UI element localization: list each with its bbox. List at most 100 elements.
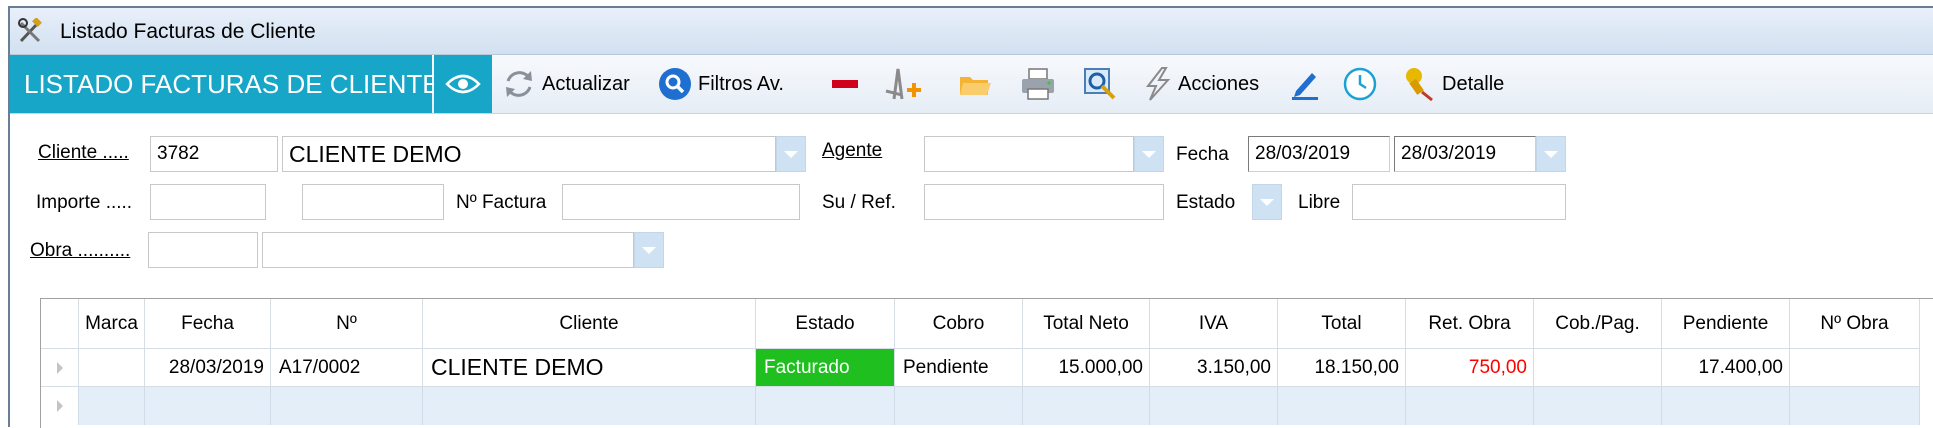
filters-label: Filtros Av.: [698, 72, 784, 95]
suref-field[interactable]: [924, 184, 1164, 220]
cliente-name-field[interactable]: CLIENTE DEMO: [282, 136, 776, 172]
importe-label: Importe .....: [36, 192, 133, 213]
column-header[interactable]: Pendiente: [1662, 299, 1790, 349]
new-row[interactable]: [41, 387, 1933, 425]
cell-fecha[interactable]: 28/03/2019: [145, 349, 271, 387]
empty-cell[interactable]: [895, 387, 1023, 425]
cell-cob-pag[interactable]: [1534, 349, 1662, 387]
cell-total[interactable]: 18.150,00: [1278, 349, 1406, 387]
column-header[interactable]: Marca: [79, 299, 145, 349]
refresh-icon: [506, 71, 532, 97]
libre-field[interactable]: [1352, 184, 1566, 220]
obra-name-field[interactable]: [262, 232, 634, 268]
table-header: Marca Fecha Nº Cliente Estado Cobro Tota…: [41, 299, 1933, 349]
view-button[interactable]: [434, 55, 492, 113]
new-button[interactable]: [882, 55, 924, 113]
obra-dropdown[interactable]: [634, 232, 664, 268]
column-header[interactable]: Nº: [271, 299, 423, 349]
fecha-to-field[interactable]: 28/03/2019: [1394, 136, 1536, 172]
column-header[interactable]: Fecha: [145, 299, 271, 349]
column-header[interactable]: Estado: [756, 299, 895, 349]
actions-button[interactable]: Acciones: [1142, 55, 1259, 113]
cell-ret-obra[interactable]: 750,00: [1406, 349, 1534, 387]
empty-cell[interactable]: [271, 387, 423, 425]
cliente-label[interactable]: Cliente .....: [38, 142, 129, 164]
actions-label: Acciones: [1178, 72, 1260, 95]
agente-label[interactable]: Agente: [822, 140, 882, 162]
column-header[interactable]: Cliente: [423, 299, 756, 349]
clock-icon: [1343, 67, 1377, 101]
preview-button[interactable]: [1082, 55, 1118, 113]
estado-dropdown[interactable]: [1252, 184, 1282, 220]
invoices-table: Marca Fecha Nº Cliente Estado Cobro Tota…: [40, 298, 1933, 428]
column-header[interactable]: Cob./Pag.: [1534, 299, 1662, 349]
advanced-filters-button[interactable]: Filtros Av.: [658, 55, 784, 113]
column-header[interactable]: Ret. Obra: [1406, 299, 1534, 349]
column-header[interactable]: Total Neto: [1023, 299, 1150, 349]
detail-label: Detalle: [1442, 72, 1505, 95]
empty-cell[interactable]: [1790, 387, 1920, 425]
empty-cell[interactable]: [1278, 387, 1406, 425]
empty-cell[interactable]: [756, 387, 895, 425]
search-icon: [659, 68, 691, 100]
pencil-icon: [1292, 73, 1318, 100]
cliente-dropdown[interactable]: [776, 136, 806, 172]
empty-cell[interactable]: [423, 387, 756, 425]
column-header[interactable]: Cobro: [895, 299, 1023, 349]
importe-from-field[interactable]: [150, 184, 266, 220]
obra-label[interactable]: Obra ..........: [30, 240, 130, 262]
cell-pendiente[interactable]: 17.400,00: [1662, 349, 1790, 387]
cell-cobro[interactable]: Pendiente: [895, 349, 1023, 387]
delete-button[interactable]: [830, 55, 860, 113]
cell-iva[interactable]: 3.150,00: [1150, 349, 1278, 387]
lightning-icon: [1145, 67, 1171, 101]
suref-label: Su / Ref.: [822, 192, 896, 213]
preview-icon: [1084, 68, 1116, 100]
cell-numero[interactable]: A17/0002: [271, 349, 423, 387]
empty-cell[interactable]: [1150, 387, 1278, 425]
new-document-icon: [885, 68, 921, 100]
empty-cell[interactable]: [1534, 387, 1662, 425]
column-header[interactable]: Nº Obra: [1790, 299, 1920, 349]
cell-n-obra[interactable]: [1790, 349, 1920, 387]
tools-icon: [18, 18, 42, 43]
window-title: Listado Facturas de Cliente: [60, 20, 316, 43]
fecha-from-field[interactable]: 28/03/2019: [1248, 136, 1390, 172]
detail-button[interactable]: Detalle: [1402, 55, 1504, 113]
empty-cell[interactable]: [1023, 387, 1150, 425]
edit-button[interactable]: [1290, 55, 1320, 113]
printer-icon: [1022, 68, 1054, 100]
empty-cell[interactable]: [79, 387, 145, 425]
cell-estado[interactable]: Facturado: [756, 349, 895, 387]
importe-to-field[interactable]: [302, 184, 444, 220]
fecha-label: Fecha: [1176, 144, 1229, 165]
refresh-label: Actualizar: [542, 72, 630, 95]
agente-dropdown[interactable]: [1134, 136, 1164, 172]
row-indicator[interactable]: [41, 387, 79, 425]
nfactura-label: Nº Factura: [456, 192, 547, 213]
estado-label: Estado: [1176, 192, 1236, 213]
row-indicator[interactable]: [41, 349, 79, 387]
obra-code-field[interactable]: [148, 232, 258, 268]
empty-cell[interactable]: [1406, 387, 1534, 425]
empty-cell[interactable]: [1662, 387, 1790, 425]
column-header[interactable]: Total: [1278, 299, 1406, 349]
cell-marca[interactable]: [79, 349, 145, 387]
nfactura-field[interactable]: [562, 184, 800, 220]
open-button[interactable]: [958, 55, 992, 113]
agente-field[interactable]: [924, 136, 1134, 172]
libre-label: Libre: [1298, 192, 1341, 213]
history-button[interactable]: [1342, 55, 1378, 113]
print-button[interactable]: [1020, 55, 1056, 113]
cliente-code-field[interactable]: 3782: [150, 136, 278, 172]
cell-total-neto[interactable]: 15.000,00: [1023, 349, 1150, 387]
column-header[interactable]: IVA: [1150, 299, 1278, 349]
fecha-dropdown[interactable]: [1536, 136, 1566, 172]
folder-icon: [960, 77, 991, 95]
empty-cell[interactable]: [145, 387, 271, 425]
cell-cliente[interactable]: CLIENTE DEMO: [423, 349, 756, 387]
title-bar: Listado Facturas de Cliente: [10, 8, 1933, 55]
refresh-button[interactable]: Actualizar: [502, 55, 630, 113]
header-indicator: [41, 299, 79, 349]
table-row[interactable]: 28/03/2019 A17/0002 CLIENTE DEMO Factura…: [41, 349, 1933, 387]
